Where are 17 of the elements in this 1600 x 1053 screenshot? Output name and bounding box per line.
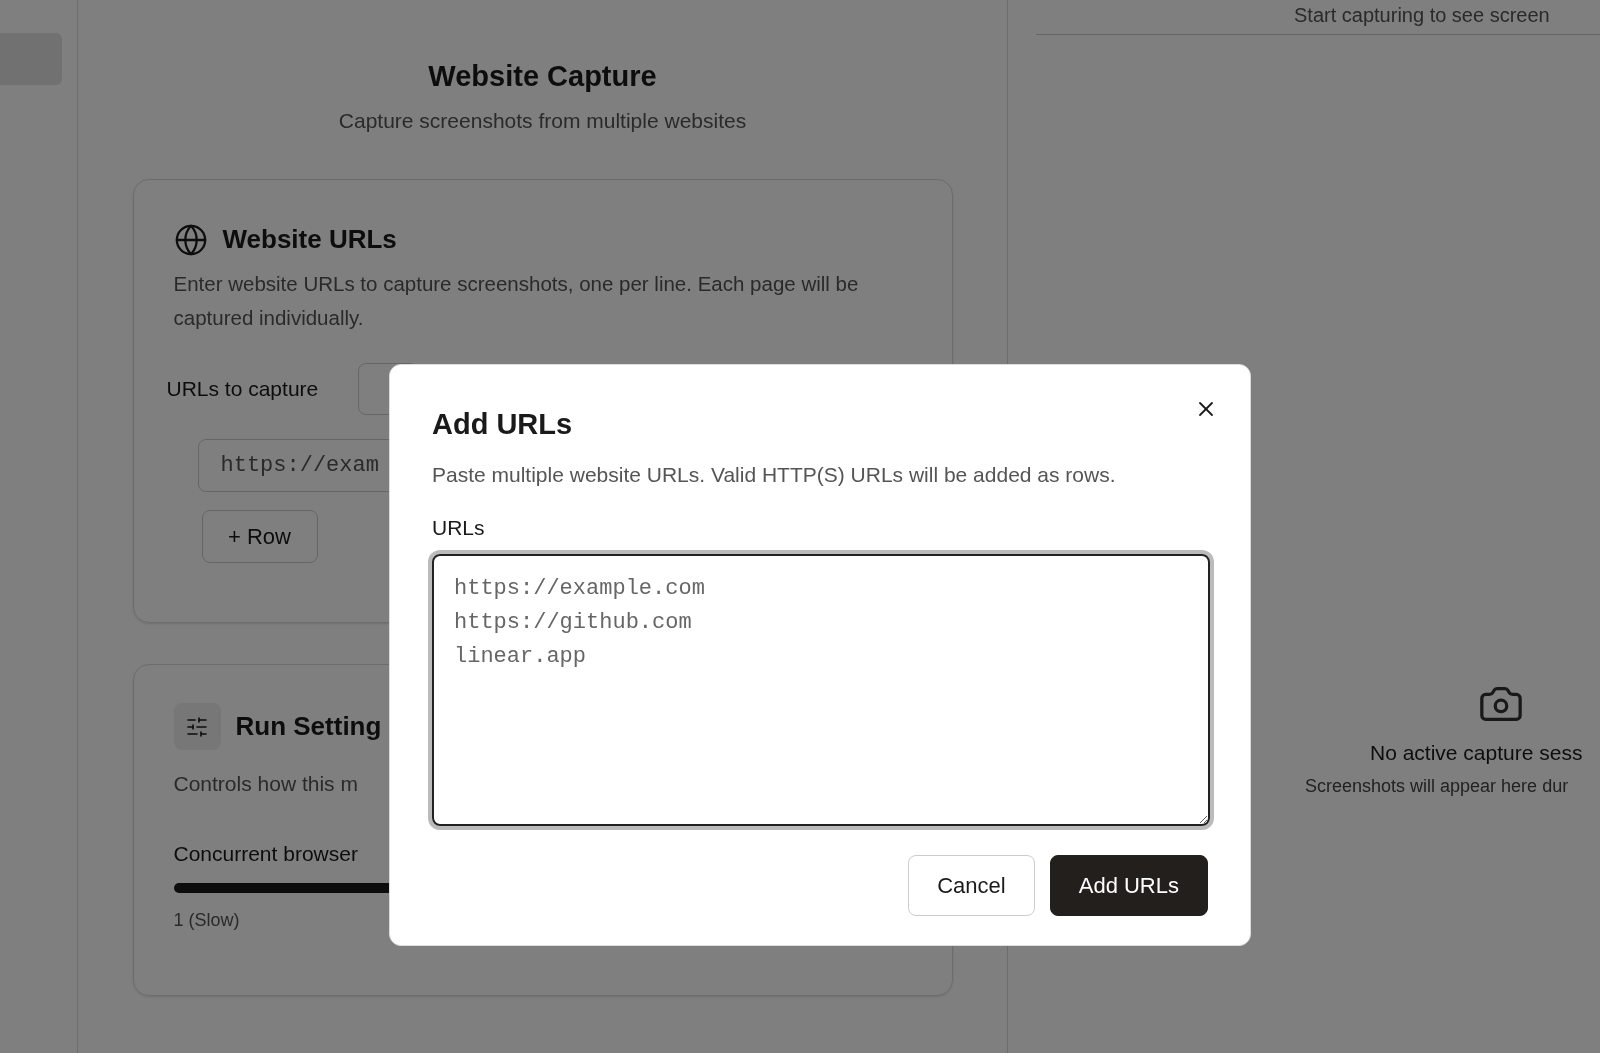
card-description: Controls how this m — [173, 771, 359, 797]
add-row-button[interactable]: + Row — [201, 510, 318, 563]
card-description: Enter website URLs to capture screenshots, one per line. Each page will be captured individually. — [173, 271, 860, 331]
field-label: URLs — [432, 515, 486, 541]
card-title: Website URLs — [222, 223, 397, 256]
card-title: Run Setting — [235, 710, 382, 743]
add-urls-button[interactable]: Add URLs — [1049, 854, 1208, 916]
cancel-button[interactable]: Cancel — [908, 854, 1035, 916]
slider-reading: 1 (Slow) — [173, 909, 241, 932]
preview-header: Start capturing to see screen — [1293, 3, 1551, 28]
page-subtitle: Capture screenshots from multiple websites — [338, 107, 747, 134]
slider-label: Concurrent browser — [173, 840, 359, 867]
field-label: URLs to capture — [166, 376, 319, 403]
page-title: Website Capture — [428, 59, 657, 94]
empty-title: No active capture sess — [1369, 740, 1584, 766]
empty-text: Screenshots will appear here dur — [1304, 774, 1570, 798]
dialog-title: Add URLs — [432, 407, 574, 442]
